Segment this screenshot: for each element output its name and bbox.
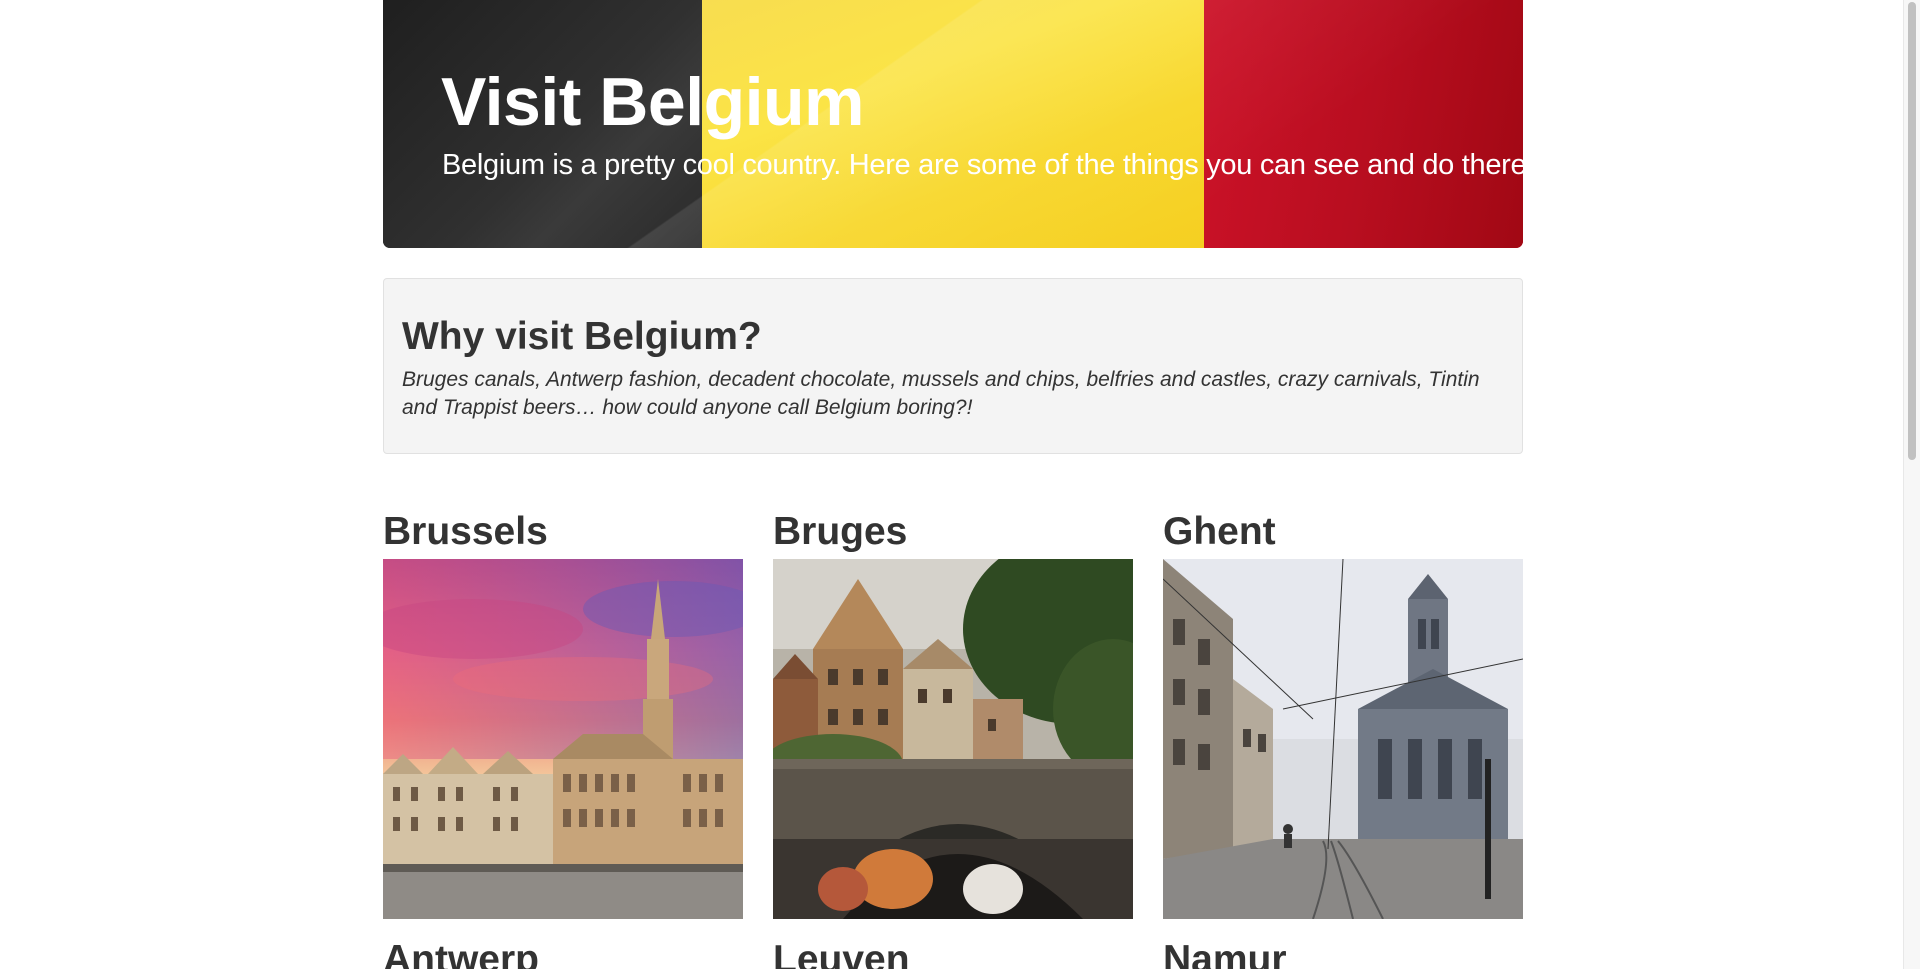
city-card-leuven: Leuven [773, 937, 1133, 969]
hero-title: Visit Belgium [441, 64, 865, 140]
main-container: Visit Belgium Belgium is a pretty cool c… [383, 0, 1523, 969]
city-name: Brussels [383, 510, 548, 553]
city-card-antwerp: Antwerp [383, 937, 743, 969]
scrollbar-thumb[interactable] [1908, 2, 1916, 460]
ghent-photo [1163, 559, 1523, 919]
brussels-photo [383, 559, 743, 919]
hero-subtitle: Belgium is a pretty cool country. Here a… [442, 149, 1523, 181]
city-name: Bruges [773, 510, 908, 553]
city-name: Leuven [773, 938, 910, 969]
bruges-photo [773, 559, 1133, 919]
why-visit-panel: Why visit Belgium? Bruges canals, Antwer… [383, 278, 1523, 454]
page: Visit Belgium Belgium is a pretty cool c… [0, 0, 1920, 969]
city-card-namur: Namur [1163, 937, 1523, 969]
hero-banner: Visit Belgium Belgium is a pretty cool c… [383, 0, 1523, 248]
flag-red-stripe [1204, 0, 1523, 248]
why-visit-title: Why visit Belgium? [402, 315, 762, 358]
why-visit-text: Bruges canals, Antwerp fashion, decadent… [402, 368, 1480, 419]
city-card-ghent: Ghent [1163, 509, 1523, 919]
city-name: Namur [1163, 938, 1287, 969]
city-card-brussels: Brussels [383, 509, 743, 919]
city-name: Ghent [1163, 510, 1276, 553]
vertical-scrollbar[interactable] [1903, 0, 1920, 969]
city-name: Antwerp [383, 938, 539, 969]
city-card-bruges: Bruges [773, 509, 1133, 919]
